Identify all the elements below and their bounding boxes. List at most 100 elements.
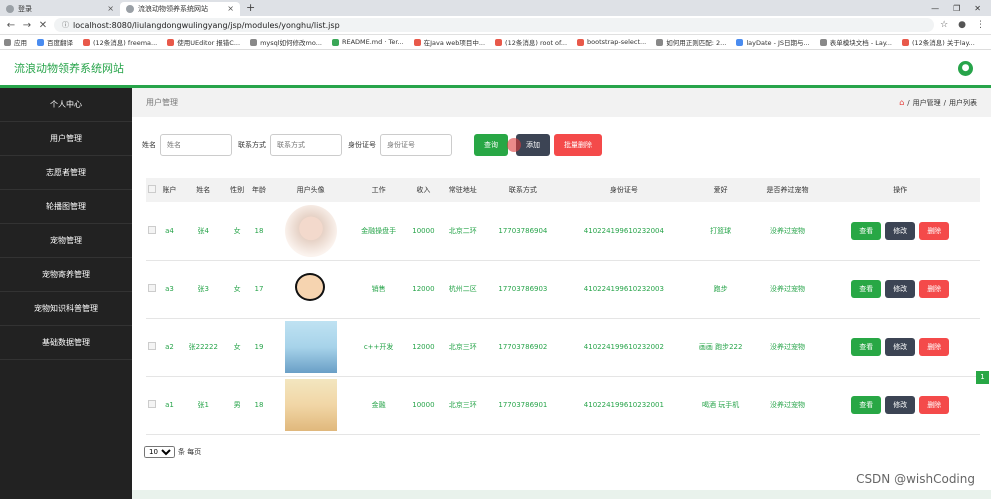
browser-tab-active[interactable]: 流浪动物领养系统网站 ×: [120, 2, 240, 16]
cell-address: 北京三环: [440, 376, 485, 435]
page-number-button[interactable]: 1: [976, 371, 989, 384]
view-button[interactable]: 查看: [851, 280, 882, 298]
batch-delete-button[interactable]: 批量删除: [554, 134, 602, 156]
row-checkbox[interactable]: [148, 284, 157, 292]
sidebar-item-basic-data[interactable]: 基础数据管理: [0, 326, 132, 360]
cell-pet: 没养过宠物: [754, 318, 821, 377]
bookmark-favicon-icon: [83, 38, 90, 46]
row-select-cell[interactable]: [146, 376, 159, 435]
cell-phone: 17703786902: [484, 318, 562, 377]
bookmark-item[interactable]: (12条消息) freema...: [83, 37, 157, 47]
page-size-select[interactable]: 10: [144, 446, 175, 458]
row-checkbox[interactable]: [148, 342, 157, 350]
app-title: 流浪动物领养系统网站: [14, 61, 124, 75]
cell-job: 销售: [351, 260, 406, 319]
edit-button[interactable]: 修改: [885, 338, 916, 356]
phone-input[interactable]: [270, 134, 342, 156]
delete-button[interactable]: 删除: [919, 221, 950, 240]
forward-icon[interactable]: →: [22, 20, 32, 31]
tab-title: 登录: [18, 5, 32, 13]
stop-icon[interactable]: ✕: [38, 20, 48, 31]
footer-bar: [132, 490, 991, 499]
delete-button[interactable]: 删除: [919, 396, 950, 414]
name-input[interactable]: [160, 134, 232, 156]
cell-phone: 17703786904: [484, 202, 562, 261]
cell-income: 10000: [405, 202, 441, 261]
close-tab-icon[interactable]: ×: [107, 4, 114, 13]
bookmark-item[interactable]: README.md · Ter...: [331, 38, 404, 46]
bookmark-item[interactable]: 应用: [4, 37, 27, 47]
close-window-icon[interactable]: ✕: [974, 4, 981, 13]
view-button[interactable]: 查看: [851, 396, 882, 414]
edit-button[interactable]: 修改: [885, 280, 916, 298]
bookmark-favicon-icon: [250, 38, 258, 46]
home-icon[interactable]: ⌂: [899, 98, 904, 107]
new-tab-icon[interactable]: +: [246, 2, 255, 16]
query-button[interactable]: 查询: [474, 134, 508, 156]
row-checkbox[interactable]: [148, 400, 157, 408]
sidebar-item-pet-fostering[interactable]: 宠物寄养管理: [0, 258, 132, 292]
bookmark-label: layDate - JS日期与...: [746, 39, 810, 47]
sidebar-item-pet-knowledge[interactable]: 宠物知识科普管理: [0, 292, 132, 326]
close-tab-icon[interactable]: ×: [227, 4, 234, 13]
add-button[interactable]: 添加: [516, 134, 550, 156]
sidebar-item-user-management[interactable]: 用户管理: [0, 122, 132, 156]
cell-age: 18: [248, 376, 270, 435]
cell-job: 金融: [351, 376, 406, 435]
bookmark-item[interactable]: 百度翻译: [37, 37, 73, 47]
row-select-cell[interactable]: [146, 318, 159, 377]
minimize-icon[interactable]: —: [931, 4, 939, 13]
bookmark-item[interactable]: 使用UEditor 报错C...: [167, 37, 240, 47]
bookmark-label: README.md · Ter...: [341, 38, 404, 46]
url-field[interactable]: ⓘ localhost:8080/liulangdongwulingyang/j…: [54, 18, 935, 32]
menu-icon[interactable]: ⋮: [976, 20, 985, 30]
search-form: 姓名 联系方式 身份证号 查询 添加 批量删除: [140, 134, 602, 156]
delete-button[interactable]: 删除: [919, 338, 950, 356]
header-select-all[interactable]: [146, 178, 159, 202]
user-icon[interactable]: ●: [958, 61, 973, 76]
edit-button[interactable]: 修改: [885, 221, 916, 240]
select-all-checkbox[interactable]: [148, 185, 157, 193]
actions-cell: 查看 修改 删除: [820, 260, 980, 319]
delete-button[interactable]: 删除: [919, 280, 950, 298]
bookmark-item[interactable]: 在Java web项目中...: [413, 37, 485, 47]
browser-tab-login[interactable]: 登录 ×: [0, 2, 120, 16]
bookmark-favicon-icon: [656, 38, 664, 46]
bookmark-item[interactable]: 如何用正则匹配: 2...: [656, 37, 726, 47]
sidebar-item-carousel-management[interactable]: 轮播图管理: [0, 190, 132, 224]
cell-idcard: 410224199610232004: [561, 202, 687, 261]
bookmark-item[interactable]: bootstrap-select...: [577, 38, 646, 46]
bookmark-item[interactable]: layDate - JS日期与...: [736, 37, 810, 47]
row-checkbox[interactable]: [148, 225, 157, 234]
avatar-cell: [269, 318, 352, 377]
back-icon[interactable]: ←: [6, 20, 16, 31]
header-had-pet: 是否养过宠物: [766, 186, 809, 194]
view-button[interactable]: 查看: [851, 221, 882, 240]
view-button[interactable]: 查看: [851, 338, 882, 356]
window-controls: — ❐ ✕: [931, 0, 991, 16]
header-avatar: 用户头像: [296, 186, 325, 194]
idcard-input[interactable]: [380, 134, 452, 156]
header-income: 收入: [416, 186, 431, 194]
profile-icon[interactable]: ●: [958, 20, 966, 30]
cell-idcard: 410224199610232001: [561, 376, 687, 435]
header-address: 常驻地址: [448, 186, 477, 194]
cell-income: 10000: [405, 376, 441, 435]
sidebar-item-personal-center[interactable]: 个人中心: [0, 88, 132, 122]
row-select-cell[interactable]: [146, 202, 159, 261]
bookmark-item[interactable]: (12条消息) root of...: [495, 37, 567, 47]
restore-icon[interactable]: ❐: [953, 4, 960, 13]
bookmark-item[interactable]: (12条消息) 关于lay...: [901, 37, 975, 47]
bookmark-label: (12条消息) 关于lay...: [911, 39, 975, 47]
row-select-cell[interactable]: [146, 260, 159, 319]
idcard-label: 身份证号: [348, 141, 376, 149]
edit-button[interactable]: 修改: [885, 396, 916, 414]
bookmark-star-icon[interactable]: ☆: [940, 20, 948, 30]
breadcrumb-level1[interactable]: 用户管理: [913, 98, 941, 108]
info-icon[interactable]: ⓘ: [62, 20, 69, 30]
bookmark-item[interactable]: mysql如何修改mo...: [250, 37, 322, 47]
sidebar-item-pet-management[interactable]: 宠物管理: [0, 224, 132, 258]
sidebar-item-volunteer-management[interactable]: 志愿者管理: [0, 156, 132, 190]
bookmark-item[interactable]: 表单模块文档 - Lay...: [819, 37, 892, 47]
cell-age: 18: [248, 202, 270, 261]
